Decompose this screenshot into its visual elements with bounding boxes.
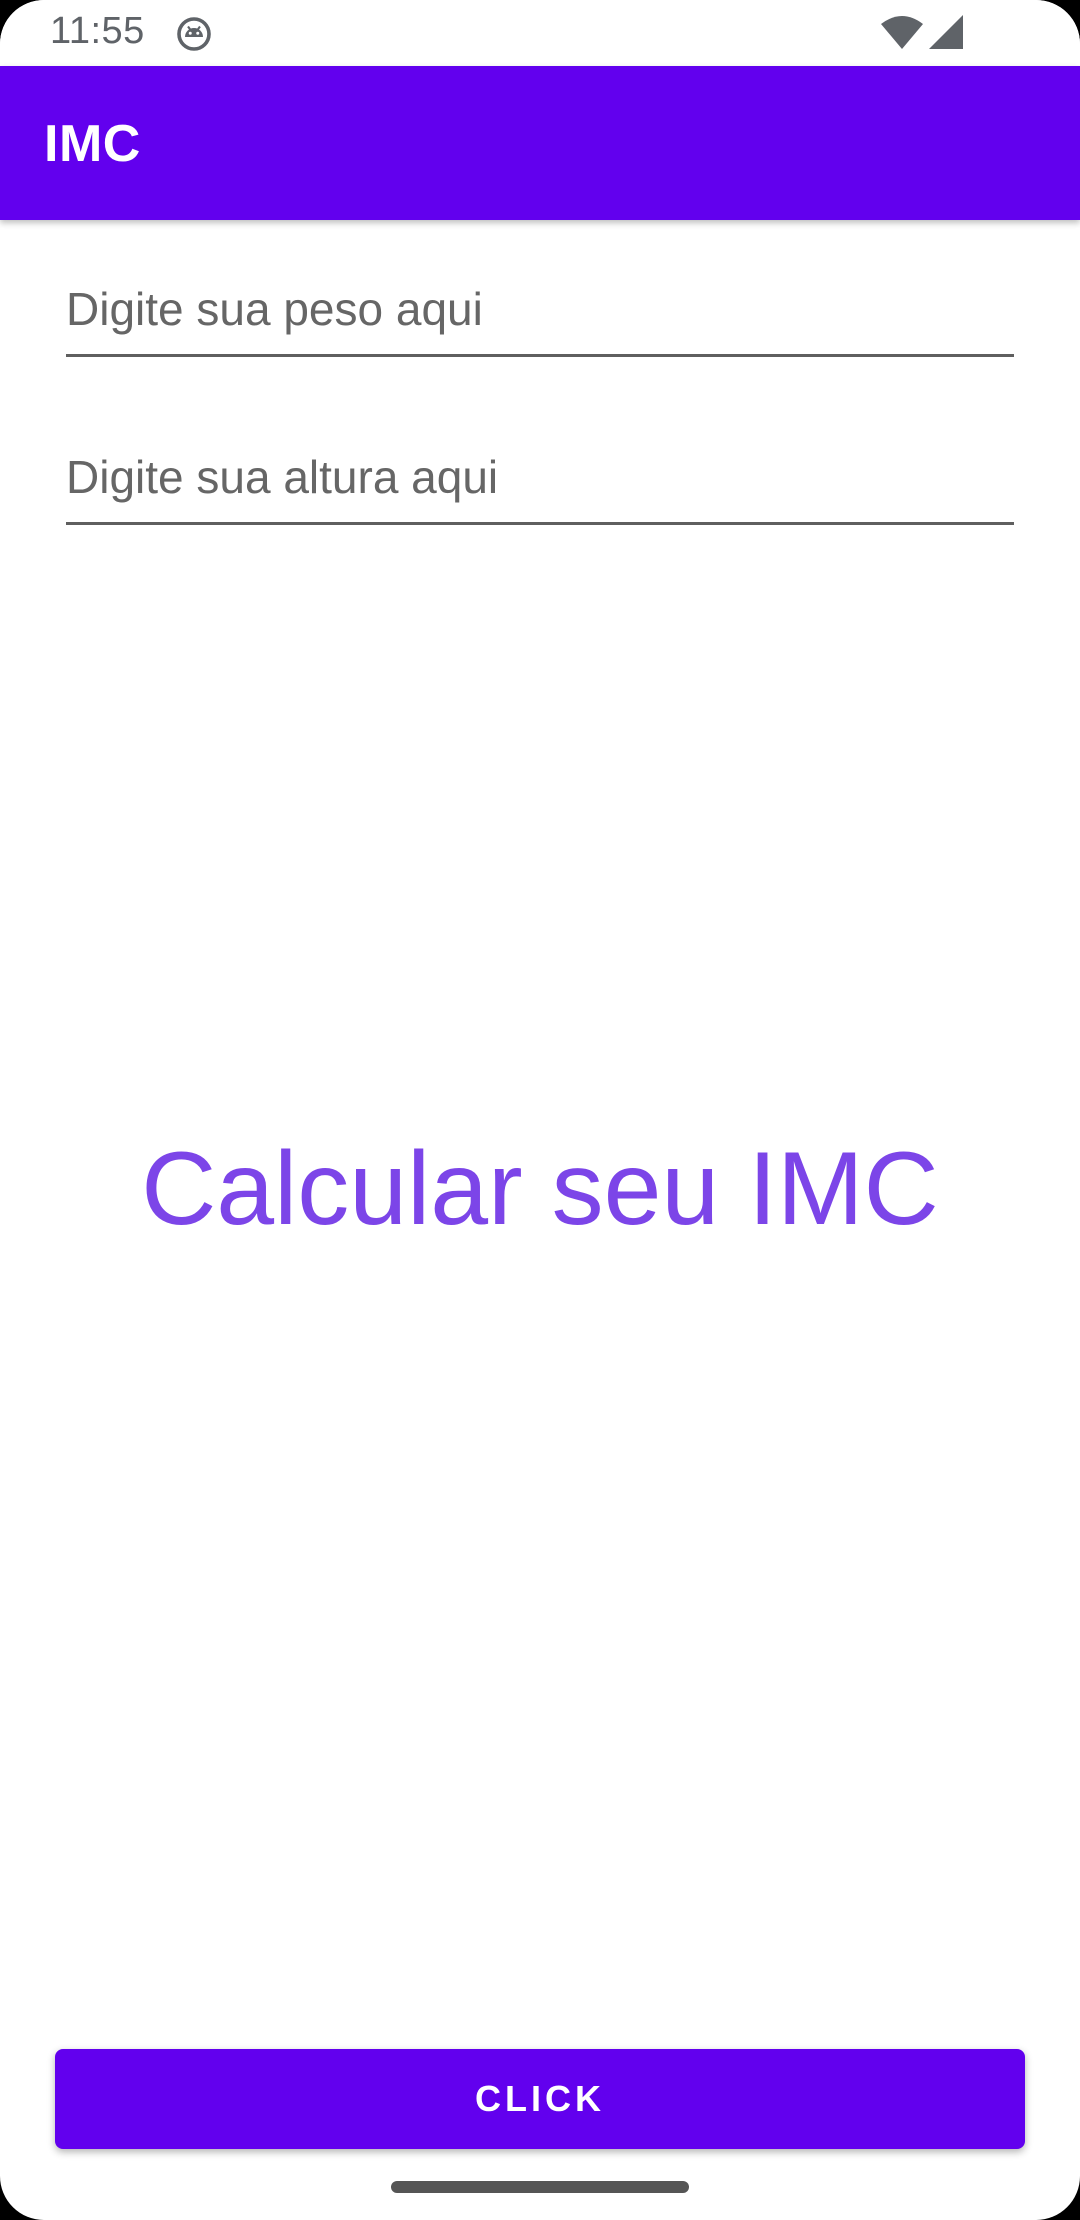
click-button[interactable]: CLICK	[55, 2049, 1025, 2149]
status-time: 11:55	[50, 10, 145, 52]
android-robot-icon	[177, 17, 211, 51]
status-bar: 11:55	[0, 0, 1080, 66]
wifi-icon	[881, 16, 923, 49]
app-title: IMC	[44, 115, 141, 173]
app-bar: IMC	[0, 66, 1080, 220]
height-input[interactable]	[66, 432, 1014, 525]
result-label: Calcular seu IMC	[141, 1131, 939, 1247]
cell-signal-icon	[929, 15, 963, 49]
home-indicator[interactable]	[391, 2181, 689, 2193]
weight-input[interactable]	[66, 264, 1014, 357]
app-screen: 11:55 IMC Calcular seu IMC CLICK	[0, 0, 1080, 2220]
